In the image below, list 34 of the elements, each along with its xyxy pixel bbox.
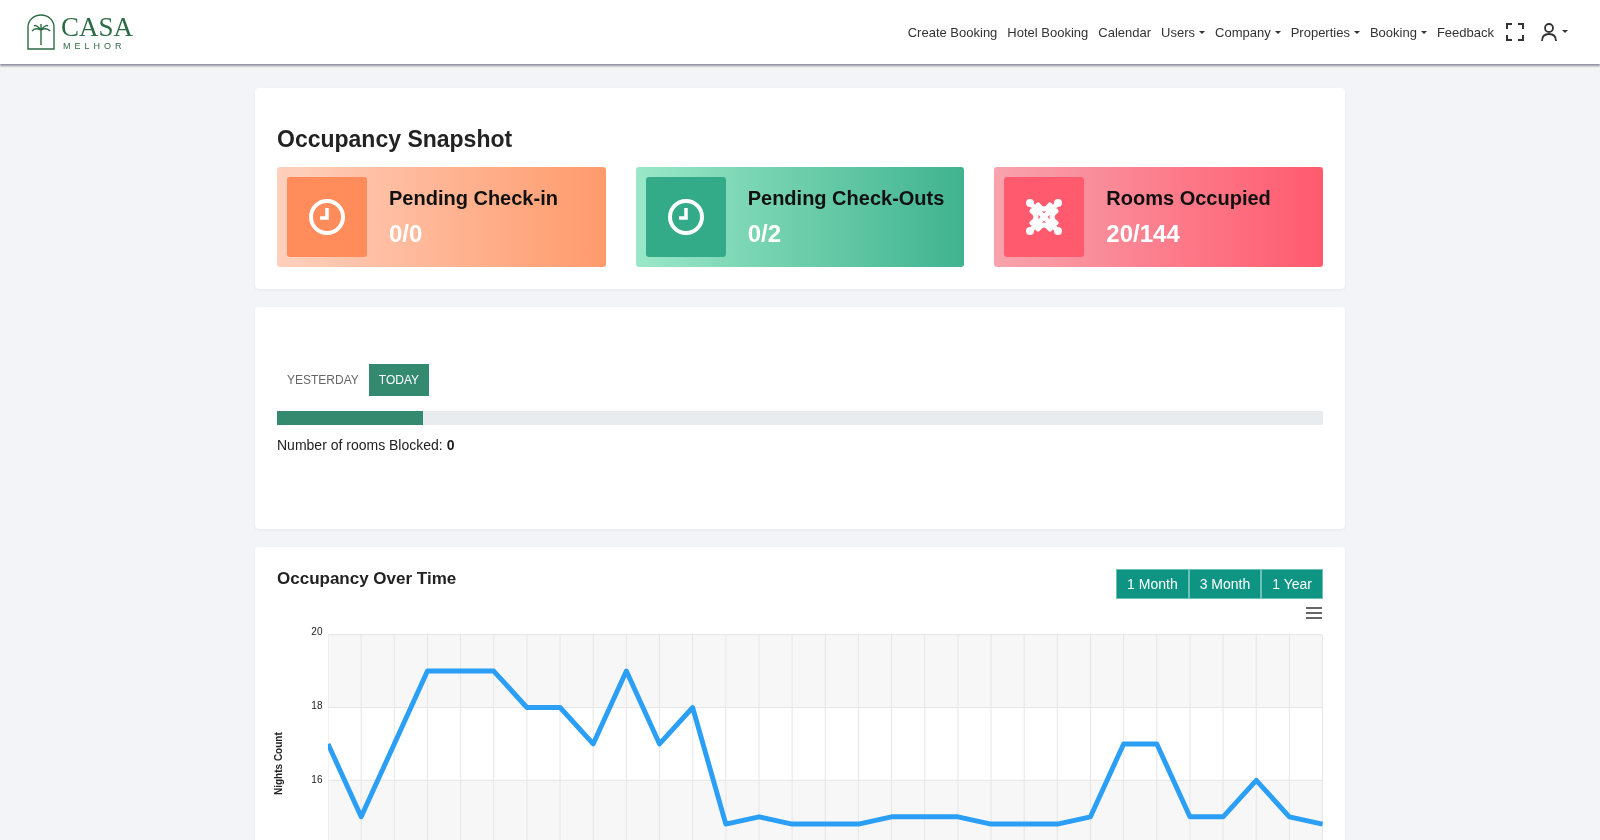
nav-link[interactable]: Booking xyxy=(1369,24,1427,40)
nav-link[interactable]: Feedback xyxy=(1436,24,1494,40)
nav-link[interactable]: Company xyxy=(1215,24,1281,40)
brand-tagline: MELHOR xyxy=(63,40,127,51)
day-tab[interactable]: TODAY xyxy=(368,364,430,396)
range-button[interactable]: 1 Year xyxy=(1261,569,1323,599)
y-tick-label: 20 xyxy=(310,626,323,637)
menu-icon[interactable] xyxy=(1306,607,1322,619)
chart-title: Occupancy Over Time xyxy=(277,569,457,589)
stat-label: Pending Check-Outs xyxy=(747,186,945,210)
user-icon[interactable] xyxy=(1540,22,1570,42)
clock-icon xyxy=(308,198,346,236)
range-button[interactable]: 1 Month xyxy=(1116,569,1189,599)
section-title: Occupancy Snapshot xyxy=(277,126,514,153)
stat-value: 20/144 xyxy=(1106,219,1181,248)
brand-name: CASA xyxy=(61,13,134,41)
stat-label: Pending Check-in xyxy=(389,186,558,210)
day-tab[interactable]: YESTERDAY xyxy=(277,364,369,396)
clock-icon xyxy=(666,198,705,236)
stat-label: Rooms Occupied xyxy=(1106,186,1271,210)
nav-link[interactable]: Properties xyxy=(1290,24,1360,40)
nav-link[interactable]: Users xyxy=(1161,24,1206,40)
nav-link[interactable]: Hotel Booking xyxy=(1007,24,1089,40)
y-tick-label: 16 xyxy=(310,774,323,785)
nav-link[interactable]: Calendar xyxy=(1098,24,1152,40)
y-tick-label: 18 xyxy=(310,700,323,711)
y-axis-label: Nights Count xyxy=(273,732,284,795)
fullscreen-icon[interactable] xyxy=(1506,23,1524,41)
range-button[interactable]: 3 Month xyxy=(1188,569,1262,599)
stat-value: 0/0 xyxy=(389,219,424,248)
palm-tree-logo-icon xyxy=(26,14,56,50)
blocked-rooms-text: Number of rooms Blocked: 0 xyxy=(277,437,456,453)
stat-value: 0/2 xyxy=(747,219,783,248)
nav-link[interactable]: Create Booking xyxy=(907,24,998,40)
